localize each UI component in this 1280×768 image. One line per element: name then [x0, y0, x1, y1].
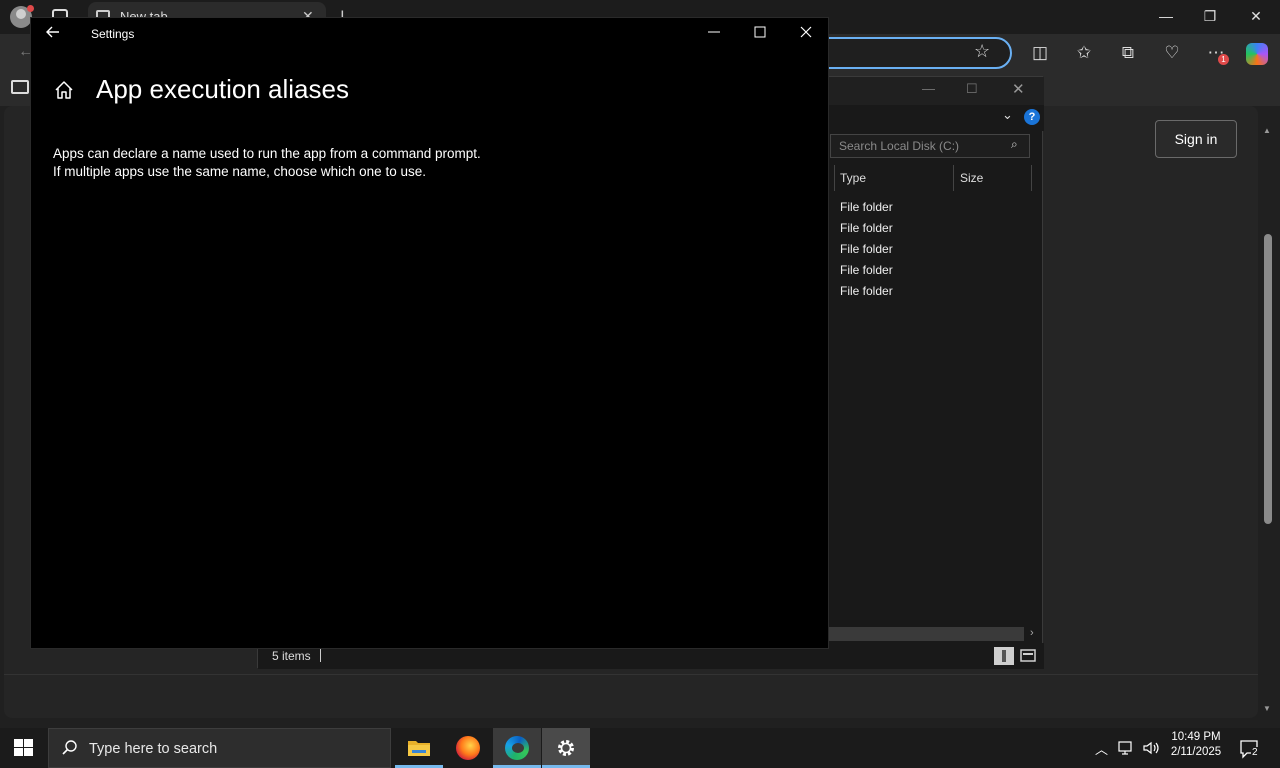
search-icon: ⌕	[1011, 137, 1018, 151]
list-item[interactable]: File folder	[840, 200, 893, 214]
settings-gear-icon	[555, 737, 577, 759]
list-item[interactable]: File folder	[840, 263, 893, 277]
volume-icon[interactable]	[1142, 740, 1162, 756]
scroll-down-arrow-icon[interactable]: ▼	[1263, 704, 1271, 713]
close-browser-button[interactable]: ✕	[1246, 8, 1266, 25]
description-line-2: If multiple apps use the same name, choo…	[53, 164, 426, 179]
horizontal-scrollbar[interactable]	[828, 627, 1024, 641]
chevron-down-icon[interactable]: ⌄	[1002, 107, 1013, 123]
firefox-icon	[456, 736, 480, 760]
list-item[interactable]: File folder	[840, 284, 893, 298]
minimize-button[interactable]	[707, 24, 721, 40]
column-separator[interactable]	[1031, 165, 1032, 191]
taskbar-search-box[interactable]: Type here to search	[48, 728, 391, 768]
show-hidden-icons-chevron-icon[interactable]: ︿	[1095, 739, 1108, 758]
notification-badge: 1	[1218, 54, 1229, 65]
taskbar-file-explorer[interactable]	[395, 728, 443, 768]
explorer-close-button[interactable]: ✕	[1012, 80, 1025, 98]
profile-badge	[27, 5, 34, 12]
explorer-column-header: Type Size	[832, 163, 1032, 191]
page-title: App execution aliases	[96, 74, 349, 104]
favorites-folder-icon[interactable]	[11, 80, 29, 94]
clock-time: 10:49 PM	[1171, 731, 1221, 743]
scroll-right-arrow-icon[interactable]: ›	[1030, 627, 1034, 639]
details-view-icon[interactable]	[994, 647, 1014, 665]
collections-icon[interactable]: ⧉	[1118, 43, 1138, 63]
search-placeholder: Search Local Disk (C:)	[839, 139, 960, 153]
column-size[interactable]: Size	[960, 171, 983, 185]
browser-essentials-icon[interactable]: ♡	[1162, 43, 1182, 63]
list-item[interactable]: File folder	[840, 221, 893, 235]
explorer-maximize-button[interactable]: ☐	[966, 81, 978, 97]
edge-icon-inner	[512, 743, 524, 753]
help-icon[interactable]: ?	[1024, 109, 1040, 125]
close-button[interactable]	[799, 24, 813, 40]
taskbar: Type here to search ︿ 10:49 PM 2/11/2025…	[0, 728, 1280, 768]
column-separator[interactable]	[953, 165, 954, 191]
file-explorer-icon	[407, 738, 431, 758]
explorer-search-input[interactable]: Search Local Disk (C:) ⌕	[830, 134, 1030, 158]
windows-start-icon[interactable]	[14, 739, 34, 757]
new-tab-footer	[4, 674, 1258, 718]
settings-window: Settings App execution aliases Apps can …	[30, 17, 829, 649]
maximize-button[interactable]	[753, 24, 767, 40]
split-screen-icon[interactable]: ◫	[1030, 43, 1050, 63]
column-separator[interactable]	[834, 165, 835, 191]
notification-count: 2	[1251, 747, 1259, 758]
column-type[interactable]: Type	[840, 171, 866, 185]
clock-date: 2/11/2025	[1170, 746, 1222, 758]
search-placeholder: Type here to search	[89, 741, 218, 757]
status-separator	[320, 649, 321, 662]
minimize-browser-button[interactable]: —	[1156, 8, 1176, 24]
scrollbar-thumb[interactable]	[1264, 234, 1272, 524]
favorite-star-icon[interactable]: ☆	[974, 41, 990, 62]
sign-in-button[interactable]: Sign in	[1155, 120, 1237, 158]
home-icon[interactable]	[53, 79, 75, 101]
list-item[interactable]: File folder	[840, 242, 893, 256]
taskbar-firefox[interactable]	[444, 728, 492, 768]
item-count: 5 items	[272, 649, 311, 663]
settings-window-title: Settings	[91, 27, 135, 41]
explorer-minimize-button[interactable]: —	[922, 81, 935, 96]
description-line-1: Apps can declare a name used to run the …	[53, 146, 481, 161]
search-icon	[61, 739, 79, 757]
taskbar-settings[interactable]	[542, 728, 590, 768]
back-arrow-icon[interactable]	[45, 24, 61, 40]
restore-browser-button[interactable]: ❐	[1200, 8, 1220, 25]
taskbar-edge[interactable]	[493, 728, 541, 768]
scroll-up-arrow-icon[interactable]: ▲	[1263, 126, 1271, 135]
favorites-icon[interactable]: ✩	[1074, 43, 1094, 63]
large-icons-view-icon[interactable]	[1018, 647, 1038, 665]
clock[interactable]: 10:49 PM 2/11/2025	[1164, 731, 1228, 758]
network-icon[interactable]	[1118, 740, 1136, 756]
copilot-icon[interactable]	[1246, 43, 1268, 65]
